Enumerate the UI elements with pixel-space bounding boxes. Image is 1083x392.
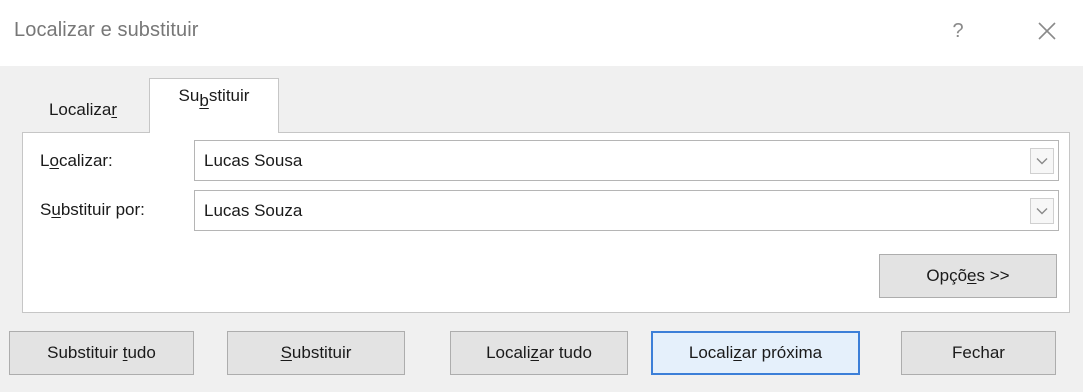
replace-combobox[interactable]: Lucas Souza bbox=[194, 190, 1059, 231]
replace-label: Substituir por: bbox=[40, 200, 145, 219]
help-button[interactable]: ? bbox=[944, 16, 972, 46]
tab-label: Localizar bbox=[48, 100, 118, 119]
replace-dropdown-button[interactable] bbox=[1030, 198, 1054, 224]
dialog-title: Localizar e substituir bbox=[14, 19, 199, 41]
find-all-button[interactable]: Localizar tudo bbox=[450, 331, 628, 375]
tab-substituir[interactable]: Substituir bbox=[149, 78, 279, 133]
replace-button[interactable]: Substituir bbox=[227, 331, 405, 375]
close-button-label: Fechar bbox=[952, 343, 1005, 362]
replace-all-button[interactable]: Substituir tudo bbox=[9, 331, 194, 375]
close-button[interactable]: Fechar bbox=[901, 331, 1056, 375]
find-next-button[interactable]: Localizar próxima bbox=[651, 331, 860, 375]
chevron-down-icon bbox=[1036, 208, 1048, 215]
replace-label-text: Substituir bbox=[280, 343, 352, 362]
options-button-label: Opções >> bbox=[926, 266, 1010, 285]
options-button[interactable]: Opções >> bbox=[879, 254, 1057, 298]
find-all-label: Localizar tudo bbox=[486, 343, 592, 362]
tab-label: Substituir bbox=[178, 86, 250, 110]
close-icon[interactable] bbox=[1030, 14, 1064, 48]
find-combobox[interactable]: Lucas Sousa bbox=[194, 140, 1059, 181]
tab-localizar[interactable]: Localizar bbox=[22, 88, 144, 132]
find-next-label: Localizar próxima bbox=[688, 343, 823, 362]
replace-input[interactable]: Lucas Souza bbox=[204, 201, 302, 221]
find-input[interactable]: Lucas Sousa bbox=[204, 151, 302, 171]
chevron-down-icon bbox=[1036, 158, 1048, 165]
find-dropdown-button[interactable] bbox=[1030, 148, 1054, 174]
replace-all-label: Substituir tudo bbox=[47, 343, 156, 362]
title-bar: Localizar e substituir ? bbox=[0, 0, 1083, 66]
find-replace-dialog: Localizar e substituir ? Localizar Subst… bbox=[0, 0, 1083, 392]
find-label: Localizar: bbox=[40, 151, 113, 170]
